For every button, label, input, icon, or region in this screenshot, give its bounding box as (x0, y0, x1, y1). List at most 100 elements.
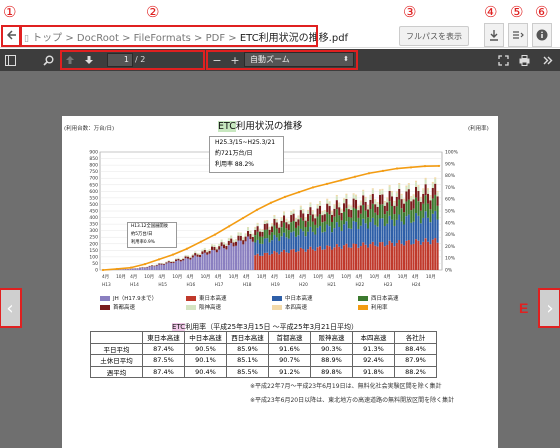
bar-segment (403, 212, 406, 225)
presentation-mode-button[interactable] (495, 51, 511, 69)
bar-segment (182, 257, 185, 259)
bar-segment (350, 209, 353, 218)
bar-segment (295, 236, 298, 253)
bar-segment (271, 240, 274, 254)
bar-segment (369, 209, 372, 223)
bar-segment (199, 253, 202, 255)
more-tools-button[interactable] (539, 51, 555, 69)
bar-segment (261, 243, 264, 256)
x-tick-label: 4月 (187, 274, 194, 280)
bar-segment (314, 215, 317, 219)
bar-segment (343, 199, 346, 204)
bar-segment (335, 209, 338, 223)
bar-segment (355, 221, 358, 245)
annotation-1: ① (3, 3, 17, 21)
bar-segment (367, 206, 370, 210)
bar-segment (323, 214, 326, 222)
bar-segment (412, 221, 415, 244)
bar-segment (419, 198, 422, 202)
bar-segment (232, 246, 235, 270)
bar-segment (280, 227, 283, 237)
outline-button[interactable] (508, 23, 528, 47)
bar-segment (369, 222, 372, 245)
bar-segment (369, 194, 372, 197)
y-tick-label: 400 (89, 215, 98, 221)
bar-segment (319, 226, 322, 247)
bar-segment (359, 225, 362, 247)
info-button[interactable] (532, 23, 552, 47)
annotation-box-prev (0, 288, 22, 328)
bar-segment (237, 235, 240, 241)
show-full-path-button[interactable]: フルパスを表示 (399, 26, 469, 46)
bar-segment (206, 250, 209, 253)
bar-segment (331, 249, 334, 270)
bar-segment (352, 194, 355, 199)
rate-point (409, 166, 413, 169)
bar-segment (319, 214, 322, 227)
bar-segment (417, 191, 420, 202)
bar-segment (158, 263, 161, 265)
bar-segment (429, 195, 432, 197)
bar-segment (415, 186, 418, 198)
x-tick-label: 10月 (144, 274, 154, 280)
bar-segment (271, 224, 274, 227)
bar-segment (434, 194, 437, 211)
bar-segment (167, 261, 170, 263)
bar-segment (175, 258, 178, 260)
bar-segment (254, 229, 257, 236)
bar-segment (191, 257, 194, 270)
print-button[interactable] (516, 51, 532, 69)
bar-segment (239, 232, 242, 236)
rate-point (423, 165, 427, 168)
callout-main: H25.3/15~H25.3/21 約721万台/日 利用率 88.2% (209, 136, 284, 173)
x-year-label: H20 (299, 282, 308, 288)
x-tick-label: 4月 (412, 274, 419, 280)
annotation-box-next (538, 288, 560, 328)
rate-point (185, 247, 189, 250)
bar-segment (393, 200, 396, 203)
bar-segment (362, 189, 365, 192)
bar-segment (388, 201, 391, 216)
bar-segment (254, 235, 257, 243)
callout-small: H13.12全国展開後 約5万台/日 利用率0.9% (127, 222, 177, 248)
bar-segment (280, 220, 283, 228)
bar-segment (379, 189, 382, 191)
y2-tick-label: 30% (445, 232, 456, 238)
bar-segment (163, 263, 166, 265)
bar-segment (395, 206, 398, 220)
sidebar-toggle-button[interactable] (2, 51, 18, 69)
bar-segment (307, 231, 310, 250)
bar-segment (299, 205, 302, 207)
bar-segment (376, 206, 379, 215)
bar-segment (220, 242, 223, 247)
bar-segment (431, 181, 434, 184)
bar-segment (323, 210, 326, 212)
bar-segment (304, 220, 307, 228)
bar-segment (244, 241, 247, 270)
bar-segment (427, 188, 430, 190)
rate-point (143, 263, 147, 266)
bar-segment (333, 247, 336, 270)
bar-segment (422, 241, 425, 270)
bar-segment (403, 198, 406, 200)
bar-segment (352, 221, 355, 244)
legend-label: 利用率 (371, 305, 388, 311)
bar-segment (163, 263, 166, 264)
bar-segment (391, 219, 394, 243)
bar-segment (230, 243, 233, 270)
rate-point (129, 266, 133, 269)
bar-segment (179, 259, 182, 262)
bar-segment (338, 203, 341, 208)
bar-segment (386, 244, 389, 270)
download-button[interactable] (484, 23, 504, 47)
bar-segment (328, 246, 331, 270)
x-tick-label: 4月 (384, 274, 391, 280)
bar-segment (175, 259, 178, 261)
search-button[interactable] (40, 51, 56, 69)
bar-segment (163, 264, 166, 270)
bar-segment (165, 261, 168, 263)
bar-segment (292, 210, 295, 214)
bar-segment (235, 245, 238, 270)
bar-segment (427, 241, 430, 270)
bar-segment (376, 214, 379, 227)
